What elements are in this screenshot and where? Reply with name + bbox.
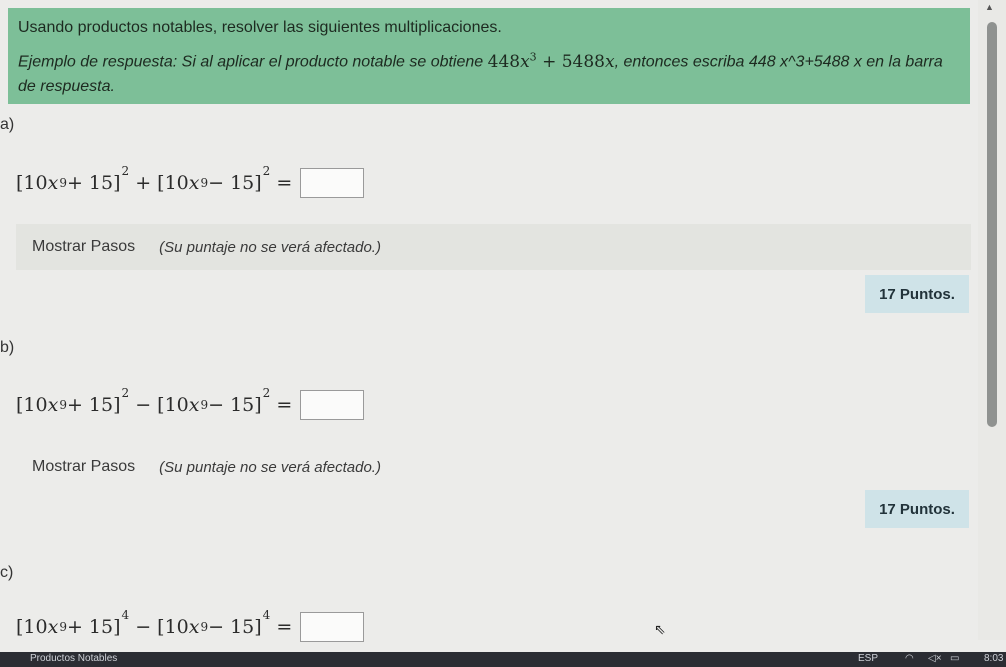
steps-bar-a: Mostrar Pasos (Su puntaje no se verá afe… [16,224,971,270]
steps-bar-b: Mostrar Pasos (Su puntaje no se verá afe… [16,444,971,490]
scrollbar-thumb[interactable] [987,22,997,427]
points-badge-b: 17 Puntos. [865,490,969,528]
battery-icon[interactable]: ▭ [950,653,959,664]
question-a-letter: a) [0,116,15,133]
question-c-equation: [10 x 9 + 15] 4 − [10 x 9 − 15] 4 = [16,608,365,642]
answer-input-c[interactable] [300,612,365,642]
steps-note-a: (Su puntaje no se verá afectado.) [159,238,381,256]
question-b-equation: [10 x 9 + 15] 2 − [10 x 9 − 15] 2 = [16,386,365,420]
question-c-letter: c) [0,564,14,581]
mouse-cursor-icon: ⇖ [654,621,666,637]
wifi-icon[interactable]: ◠ [905,653,914,664]
instructions-title: Usando productos notables, resolver las … [18,19,502,36]
question-a-equation: [10 x 9 + 15] 2 + [10 x 9 − 15] 2 = [16,164,365,198]
answer-input-b[interactable] [300,390,365,420]
scroll-up-arrow-icon[interactable]: ▲ [985,2,994,12]
steps-note-b: (Su puntaje no se verá afectado.) [159,458,381,476]
instructions-banner: Usando productos notables, resolver las … [8,8,970,104]
example-math: 448x3 + 5488x [487,50,615,72]
example-text: Ejemplo de respuesta: Si al aplicar el p… [18,50,943,96]
taskbar-tab-label[interactable]: Productos Notables [30,653,117,664]
volume-icon[interactable]: ◁× [928,653,942,664]
show-steps-button-a[interactable]: Mostrar Pasos [32,238,135,256]
clock: 8:03 [984,653,1004,664]
answer-input-a[interactable] [300,168,365,198]
language-indicator[interactable]: ESP [858,653,878,664]
taskbar: Productos Notables ESP ◠ ◁× ▭ 8:03 [0,652,1006,667]
example-answer: 448 x^3+5488 x [748,53,862,71]
show-steps-button-b[interactable]: Mostrar Pasos [32,458,135,476]
question-b-letter: b) [0,339,15,356]
points-badge-a: 17 Puntos. [865,275,969,313]
